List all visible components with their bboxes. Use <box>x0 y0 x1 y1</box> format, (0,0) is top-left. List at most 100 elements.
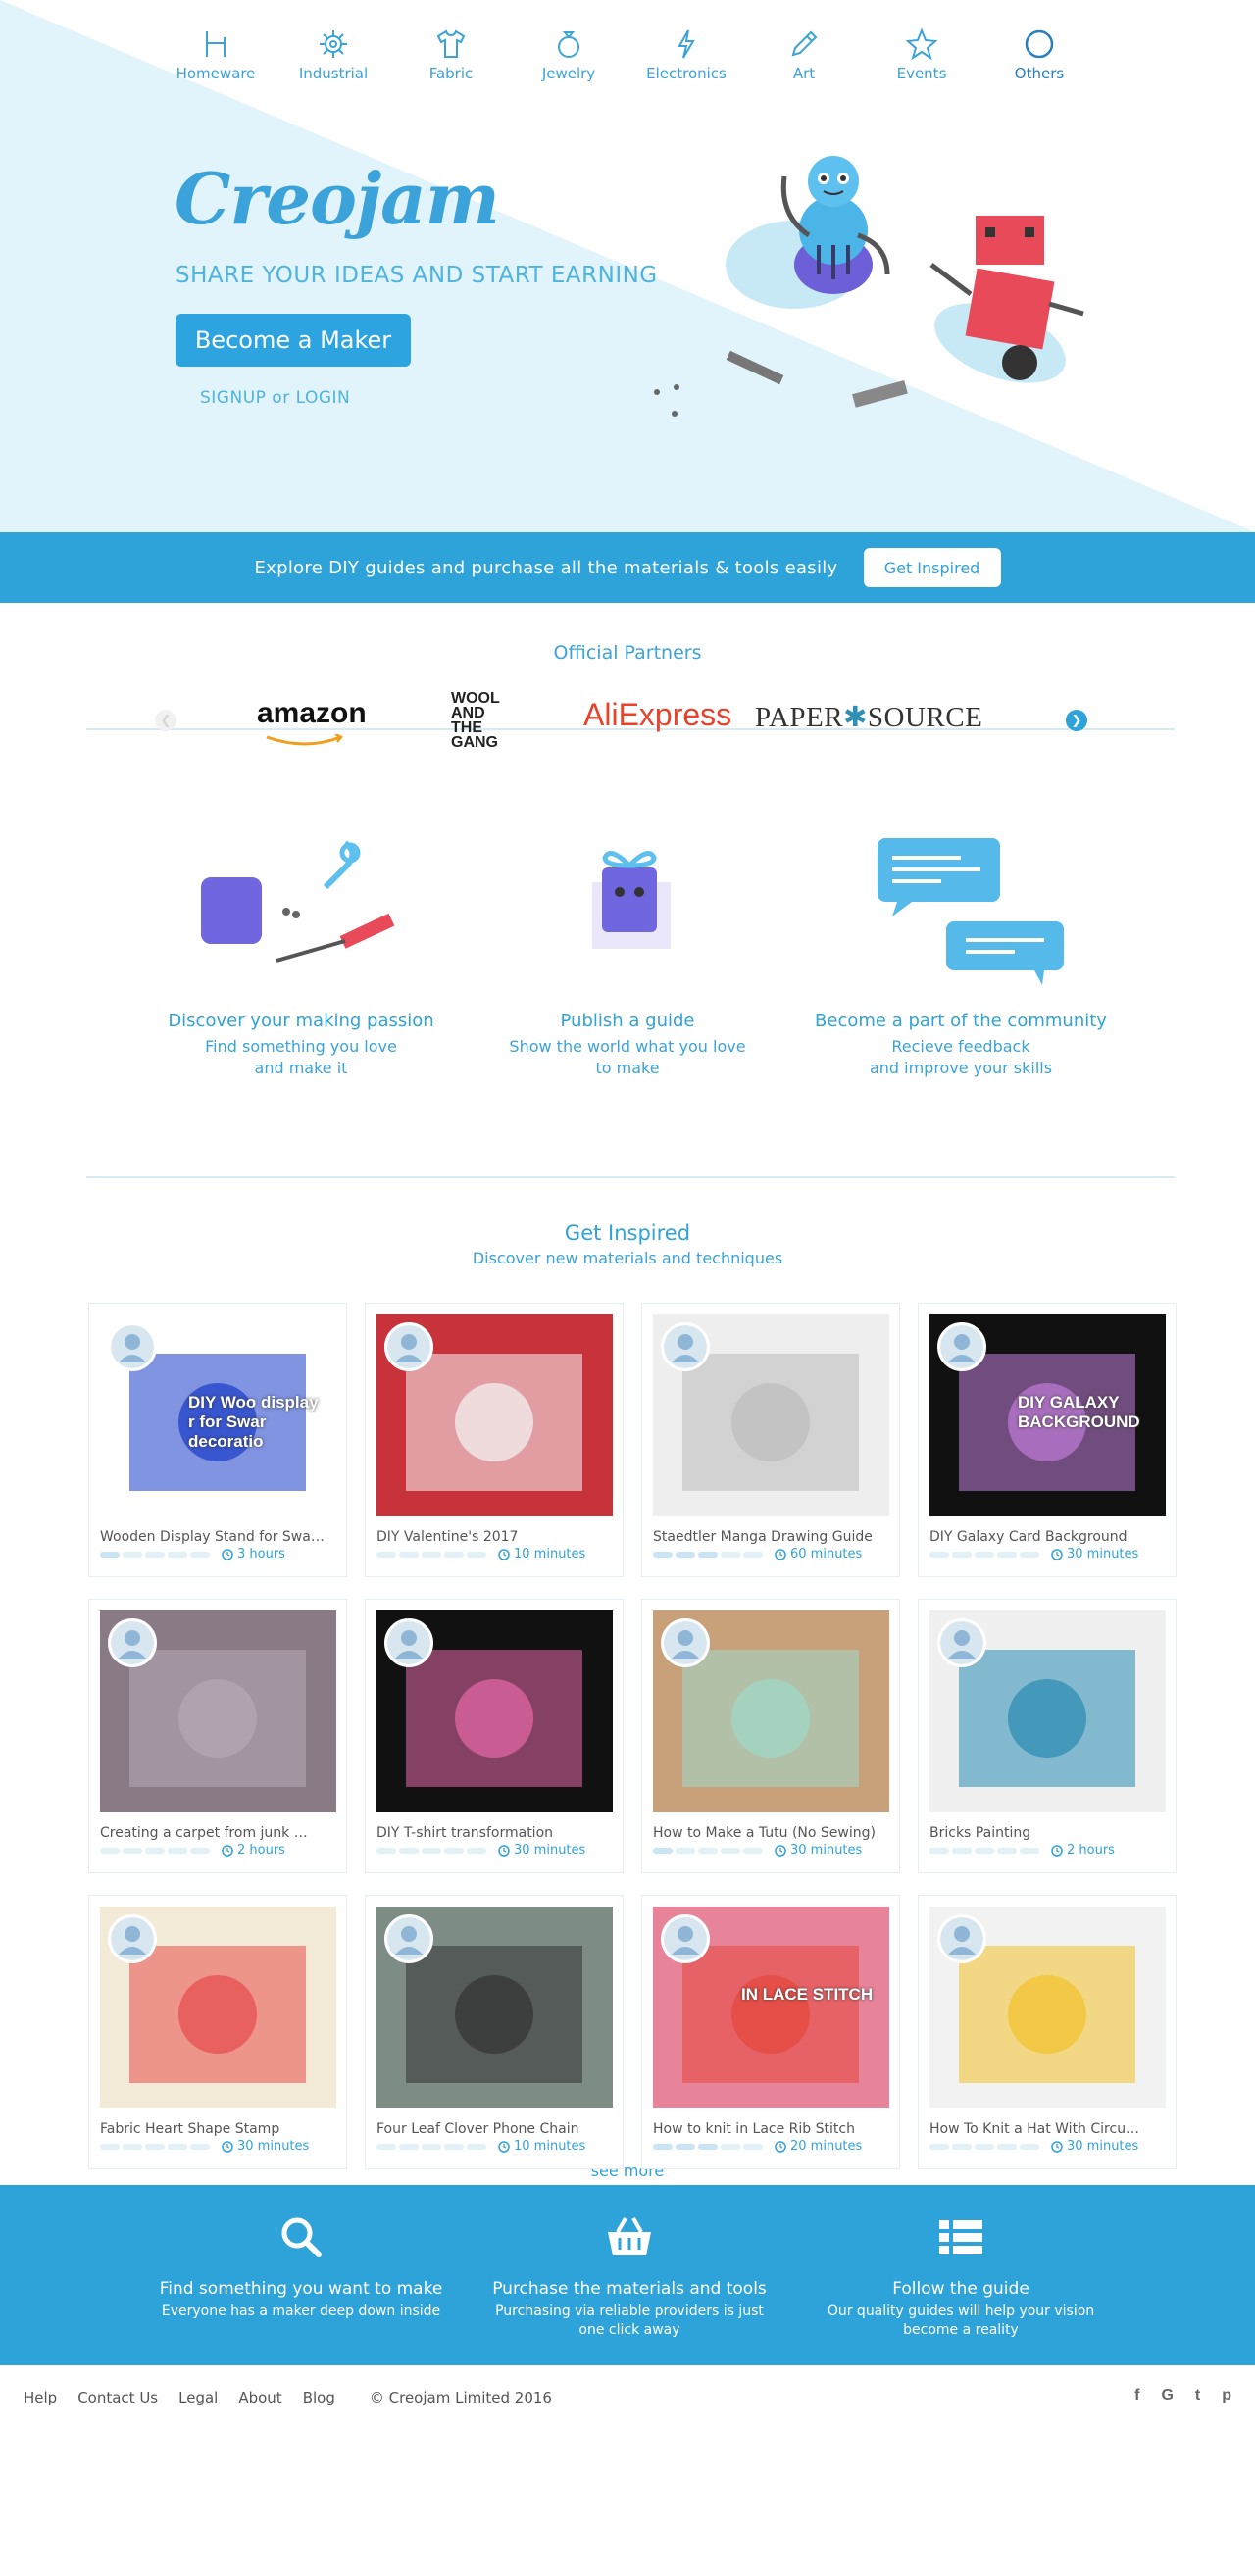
guide-thumbnail <box>376 1610 613 1812</box>
guide-duration: 10 minutes <box>498 2139 585 2154</box>
footer-feature-desc: Everyone has a maker deep down inside <box>161 2304 441 2319</box>
social-links: f G t p <box>1113 2387 1231 2404</box>
guide-card[interactable]: Four Leaf Clover Phone Chain 10 minutes <box>365 1895 624 2169</box>
category-art[interactable]: Art <box>745 27 863 82</box>
guide-duration: 2 hours <box>1051 1843 1115 1858</box>
difficulty-segment <box>123 1552 142 1558</box>
partners-prev-button[interactable]: ❮ <box>155 710 176 731</box>
footer-link-legal[interactable]: Legal <box>178 2389 218 2406</box>
footer-link-about[interactable]: About <box>238 2389 281 2406</box>
clock-icon <box>1051 2140 1063 2153</box>
author-avatar[interactable] <box>108 1618 157 1667</box>
banner-text: Explore DIY guides and purchase all the … <box>254 557 838 578</box>
author-avatar[interactable] <box>661 1618 710 1667</box>
duration-text: 30 minutes <box>237 2139 310 2154</box>
amazon-logo[interactable]: amazon <box>257 697 367 730</box>
author-avatar[interactable] <box>937 1914 986 1963</box>
become-maker-button[interactable]: Become a Maker <box>176 314 411 367</box>
difficulty-segment <box>190 1848 210 1854</box>
author-avatar[interactable] <box>108 1322 157 1371</box>
author-avatar[interactable] <box>108 1914 157 1963</box>
guide-card[interactable]: Creating a carpet from junk … 2 hours <box>88 1599 347 1873</box>
partners-next-button[interactable]: ❯ <box>1066 710 1087 731</box>
facebook-icon[interactable]: f <box>1134 2387 1139 2404</box>
guide-card[interactable]: How To Knit a Hat With Circu… 30 minutes <box>918 1895 1177 2169</box>
difficulty-segment <box>952 2144 972 2150</box>
category-label: Electronics <box>646 65 727 82</box>
inspired-subtitle: Discover new materials and techniques <box>472 1249 783 1267</box>
guide-card[interactable]: IN LACE STITCH How to knit in Lace Rib St… <box>641 1895 900 2169</box>
inspired-title: Get Inspired <box>564 1221 691 1245</box>
signup-login-link[interactable]: SIGNUP or LOGIN <box>200 388 350 408</box>
author-avatar[interactable] <box>384 1322 433 1371</box>
guide-card[interactable]: DIY Woo display r for Swar decoratio Wood… <box>88 1303 347 1577</box>
footer-link-help[interactable]: Help <box>24 2389 57 2406</box>
category-homeware[interactable]: Homeware <box>157 27 275 82</box>
difficulty-meter <box>929 1552 1042 1558</box>
feature-title: Publish a guide <box>560 1011 695 1031</box>
aliexpress-logo[interactable]: AliExpress <box>583 697 731 733</box>
twitter-icon[interactable]: t <box>1195 2387 1200 2404</box>
author-avatar[interactable] <box>661 1322 710 1371</box>
guide-duration: 30 minutes <box>498 1843 585 1858</box>
guide-duration: 2 hours <box>222 1843 285 1858</box>
category-events[interactable]: Events <box>863 27 980 82</box>
footer-link-blog[interactable]: Blog <box>303 2389 335 2406</box>
category-industrial[interactable]: Industrial <box>275 27 392 82</box>
difficulty-segment <box>190 2144 210 2150</box>
author-avatar[interactable] <box>384 1914 433 1963</box>
difficulty-segment <box>376 1552 396 1558</box>
author-avatar[interactable] <box>937 1618 986 1667</box>
guide-grid: see more DIY Woo display r for Swar deco… <box>0 1303 1255 2185</box>
duration-text: 30 minutes <box>1067 2139 1139 2154</box>
creojam-logo[interactable]: Creojam <box>175 157 500 240</box>
category-label: Art <box>792 65 816 82</box>
category-jewelry[interactable]: Jewelry <box>510 27 628 82</box>
difficulty-segment <box>145 1848 165 1854</box>
difficulty-segment <box>653 1848 673 1854</box>
author-avatar[interactable] <box>937 1322 986 1371</box>
get-inspired-section: Get Inspired Discover new materials and … <box>0 1221 1255 2185</box>
difficulty-segment <box>399 2144 419 2150</box>
difficulty-segment <box>100 1848 120 1854</box>
footer-link-contact[interactable]: Contact Us <box>77 2389 158 2406</box>
google-icon[interactable]: G <box>1161 2387 1173 2404</box>
difficulty-meter <box>653 2144 766 2150</box>
guide-card[interactable]: DIY T-shirt transformation 30 minutes <box>365 1599 624 1873</box>
feature-desc: Show the world what you love to make <box>509 1037 746 1077</box>
difficulty-segment <box>100 1552 120 1558</box>
get-inspired-button[interactable]: Get Inspired <box>863 548 1001 587</box>
guide-card[interactable]: Staedtler Manga Drawing Guide 60 minutes <box>641 1303 900 1577</box>
duration-text: 20 minutes <box>790 2139 863 2154</box>
category-fabric[interactable]: Fabric <box>392 27 510 82</box>
guide-card[interactable]: DIY GALAXY BACKGROUND DIY Galaxy Card Bac… <box>918 1303 1177 1577</box>
difficulty-segment <box>168 1848 187 1854</box>
difficulty-segment <box>653 1552 673 1558</box>
guide-duration: 3 hours <box>222 1547 285 1561</box>
difficulty-segment <box>676 2144 695 2150</box>
copyright: © Creojam Limited 2016 <box>369 2389 552 2406</box>
how-it-works-footer: Find something you want to make Everyone… <box>0 2185 1255 2365</box>
author-avatar[interactable] <box>384 1618 433 1667</box>
difficulty-segment <box>997 1848 1017 1854</box>
guide-card[interactable]: Bricks Painting 2 hours <box>918 1599 1177 1873</box>
guide-card[interactable]: How to Make a Tutu (No Sewing) 30 minutes <box>641 1599 900 1873</box>
clock-icon <box>775 2140 786 2153</box>
features-section: Discover your making passion Find someth… <box>0 730 1255 1176</box>
category-others[interactable]: Others <box>980 27 1098 82</box>
guide-duration: 10 minutes <box>498 1547 585 1561</box>
guide-card[interactable]: Fabric Heart Shape Stamp 30 minutes <box>88 1895 347 2169</box>
clock-icon <box>1051 1844 1063 1857</box>
clock-icon <box>222 2140 233 2153</box>
guide-thumbnail: DIY Woo display r for Swar decoratio <box>100 1314 336 1516</box>
lightning-icon <box>678 29 695 59</box>
difficulty-segment <box>1020 1552 1039 1558</box>
pinterest-icon[interactable]: p <box>1222 2387 1231 2404</box>
guide-card[interactable]: DIY Valentine's 2017 10 minutes <box>365 1303 624 1577</box>
clock-icon <box>1051 1548 1063 1560</box>
author-avatar[interactable] <box>661 1914 710 1963</box>
paper-source-logo[interactable]: PAPER✱SOURCE <box>755 700 982 734</box>
difficulty-segment <box>997 2144 1017 2150</box>
pencil-icon <box>791 30 818 57</box>
category-electronics[interactable]: Electronics <box>628 27 745 82</box>
